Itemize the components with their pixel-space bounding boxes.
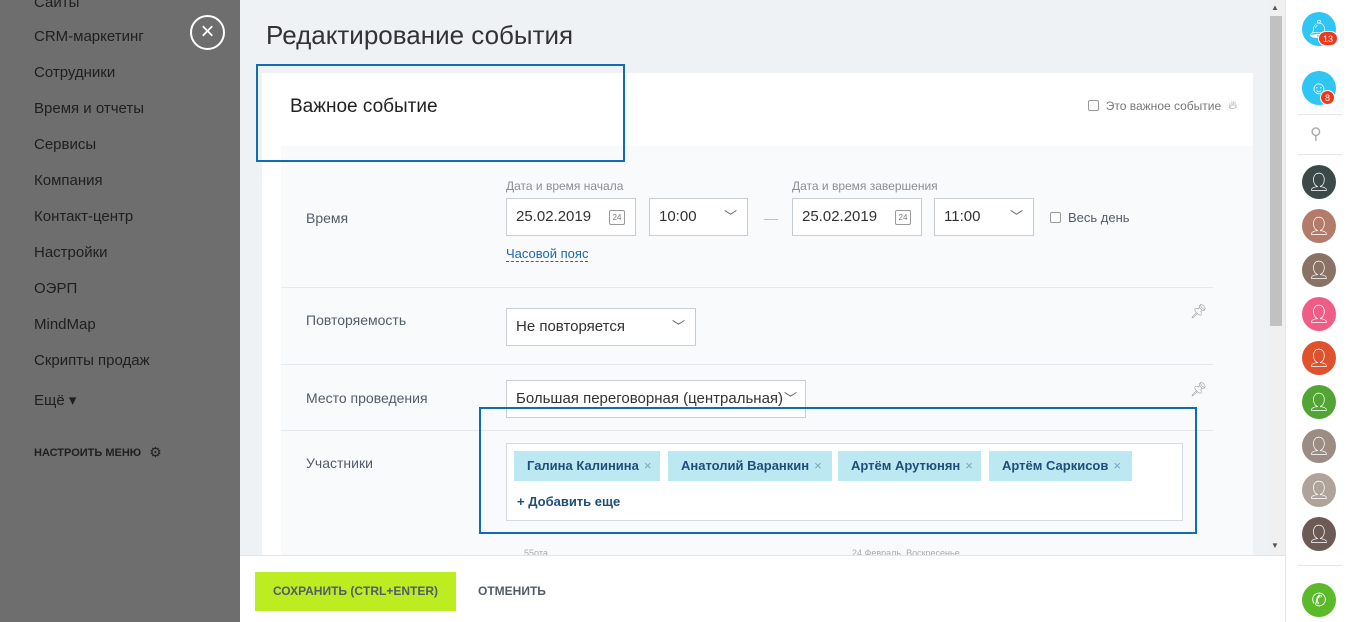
menu-item-services[interactable]: Сервисы bbox=[34, 136, 96, 153]
start-date-input[interactable]: 25.02.2019 24 bbox=[506, 198, 636, 236]
all-day-checkbox[interactable] bbox=[1050, 212, 1061, 223]
menu-item-company[interactable]: Компания bbox=[34, 172, 103, 189]
start-time-value: 10:00 bbox=[659, 208, 697, 225]
contact-avatar[interactable]: 👤︎ bbox=[1302, 517, 1336, 551]
contact-avatar[interactable]: 👤︎ bbox=[1302, 209, 1336, 243]
pin-icon[interactable]: 📌︎ bbox=[1190, 381, 1208, 398]
gear-icon: ⚙ bbox=[149, 444, 162, 460]
repeat-label: Повторяемость bbox=[306, 312, 407, 328]
close-panel-button[interactable]: × bbox=[190, 15, 225, 50]
scrollbar-thumb[interactable] bbox=[1270, 16, 1282, 326]
menu-item-time-reports[interactable]: Время и отчеты bbox=[34, 100, 144, 117]
search-icon[interactable]: ⚲ bbox=[1310, 124, 1322, 144]
scroll-down-icon[interactable]: ▼ bbox=[1271, 541, 1279, 550]
contact-avatar[interactable]: 👤︎ bbox=[1302, 473, 1336, 507]
chevron-down-icon: ﹀ bbox=[723, 209, 737, 224]
bot-count: 8 bbox=[1320, 90, 1336, 105]
members-label: Участники bbox=[306, 455, 373, 471]
contact-avatar[interactable]: 👤︎ bbox=[1302, 385, 1336, 419]
calendar-icon[interactable]: 24 bbox=[609, 210, 625, 225]
end-date-input[interactable]: 25.02.2019 24 bbox=[792, 198, 922, 236]
menu-item-settings[interactable]: Настройки bbox=[34, 244, 108, 261]
pin-icon[interactable]: 📌︎ bbox=[1190, 303, 1208, 320]
location-value: Большая переговорная (центральная) bbox=[516, 390, 784, 407]
menu-item-sites[interactable]: Сайты bbox=[34, 0, 79, 11]
end-datetime-label: Дата и время завершения bbox=[792, 179, 938, 193]
timezone-link[interactable]: Часовой пояс bbox=[506, 246, 589, 262]
start-time-select[interactable]: 10:00 ﹀ bbox=[649, 198, 748, 236]
user-icon: 👤︎ bbox=[1307, 392, 1331, 412]
menu-item-mindmap[interactable]: MindMap bbox=[34, 316, 96, 333]
left-menu: Сайты CRM-маркетинг Сотрудники Время и о… bbox=[0, 0, 240, 622]
menu-item-contact-center[interactable]: Контакт-центр bbox=[34, 208, 133, 225]
configure-menu-button[interactable]: НАСТРОИТЬ МЕНЮ ⚙ bbox=[34, 444, 162, 461]
repeat-select[interactable]: Не повторяется ﹀ bbox=[506, 308, 696, 346]
important-event-toggle[interactable]: Это важное событие 🔥︎ bbox=[1087, 98, 1237, 113]
menu-item-crm-marketing[interactable]: CRM-маркетинг bbox=[34, 28, 144, 45]
all-day-label: Весь день bbox=[1068, 210, 1130, 225]
right-sidebar: 🔔︎ 13 ☺ 8 ⚲ 👤︎ 👤︎ 👤︎ 👤︎ 👤︎ 👤︎ 👤︎ 👤︎ 👤︎ ✆ bbox=[1285, 0, 1365, 622]
scroll-up-icon[interactable]: ▲ bbox=[1271, 3, 1279, 12]
user-icon: 👤︎ bbox=[1307, 348, 1331, 368]
start-datetime-label: Дата и время начала bbox=[506, 179, 624, 193]
menu-item-sales-scripts[interactable]: Скрипты продаж bbox=[34, 352, 150, 369]
end-date-value: 25.02.2019 bbox=[802, 208, 878, 225]
configure-menu-label: НАСТРОИТЬ МЕНЮ bbox=[34, 446, 142, 459]
divider bbox=[1298, 565, 1342, 566]
phone-button[interactable]: ✆ bbox=[1302, 583, 1336, 617]
contact-avatar[interactable]: 👤︎ bbox=[1302, 297, 1336, 331]
user-icon: 👤︎ bbox=[1307, 216, 1331, 236]
location-label: Место проведения bbox=[306, 390, 428, 406]
notifications-count: 13 bbox=[1318, 31, 1339, 46]
important-label: Это важное событие bbox=[1105, 98, 1222, 113]
save-button[interactable]: СОХРАНИТЬ (CTRL+ENTER) bbox=[255, 572, 456, 611]
end-time-select[interactable]: 11:00 ﹀ bbox=[934, 198, 1034, 236]
start-date-value: 25.02.2019 bbox=[516, 208, 592, 225]
end-time-value: 11:00 bbox=[944, 208, 981, 225]
user-icon: 👤︎ bbox=[1307, 304, 1331, 324]
repeat-value: Не повторяется bbox=[516, 318, 625, 335]
all-day-toggle[interactable]: Весь день bbox=[1050, 210, 1130, 225]
calendar-icon[interactable]: 24 bbox=[895, 210, 911, 225]
user-icon: 👤︎ bbox=[1307, 524, 1331, 544]
contact-avatar[interactable]: 👤︎ bbox=[1302, 253, 1336, 287]
highlight-event-name bbox=[256, 64, 625, 162]
user-icon: 👤︎ bbox=[1307, 172, 1331, 192]
menu-item-more[interactable]: Ещё ▾ bbox=[34, 391, 76, 409]
notifications-button[interactable]: 🔔︎ 13 bbox=[1302, 12, 1339, 46]
highlight-members bbox=[479, 407, 1197, 534]
user-icon: 👤︎ bbox=[1307, 260, 1331, 280]
user-icon: 👤︎ bbox=[1307, 480, 1331, 500]
important-checkbox[interactable] bbox=[1087, 100, 1099, 111]
phone-icon: ✆ bbox=[1311, 590, 1327, 610]
menu-item-employees[interactable]: Сотрудники bbox=[34, 64, 115, 81]
chevron-down-icon: ﹀ bbox=[1009, 209, 1023, 224]
divider bbox=[1298, 154, 1342, 155]
footer-bar: СОХРАНИТЬ (CTRL+ENTER) ОТМЕНИТЬ bbox=[240, 555, 1285, 622]
bot-button[interactable]: ☺ 8 bbox=[1302, 71, 1336, 105]
event-edit-panel: Редактирование события Важное событие Эт… bbox=[240, 0, 1285, 622]
fire-icon: 🔥︎ bbox=[1228, 98, 1237, 112]
cancel-button[interactable]: ОТМЕНИТЬ bbox=[478, 584, 546, 598]
time-label: Время bbox=[306, 210, 349, 226]
close-icon: × bbox=[200, 18, 215, 45]
contact-avatar[interactable]: 👤︎ bbox=[1302, 341, 1336, 375]
menu-item-oerp[interactable]: ОЭРП bbox=[34, 280, 77, 297]
divider bbox=[281, 364, 1213, 365]
user-icon: 👤︎ bbox=[1307, 436, 1331, 456]
time-range-dash: — bbox=[764, 210, 778, 226]
page-title: Редактирование события bbox=[266, 20, 574, 50]
divider bbox=[1298, 114, 1342, 115]
chevron-down-icon: ﹀ bbox=[671, 319, 685, 334]
contact-avatar[interactable]: 👤︎ bbox=[1302, 429, 1336, 463]
contact-avatar[interactable]: 👤︎ bbox=[1302, 165, 1336, 199]
divider bbox=[281, 287, 1213, 288]
